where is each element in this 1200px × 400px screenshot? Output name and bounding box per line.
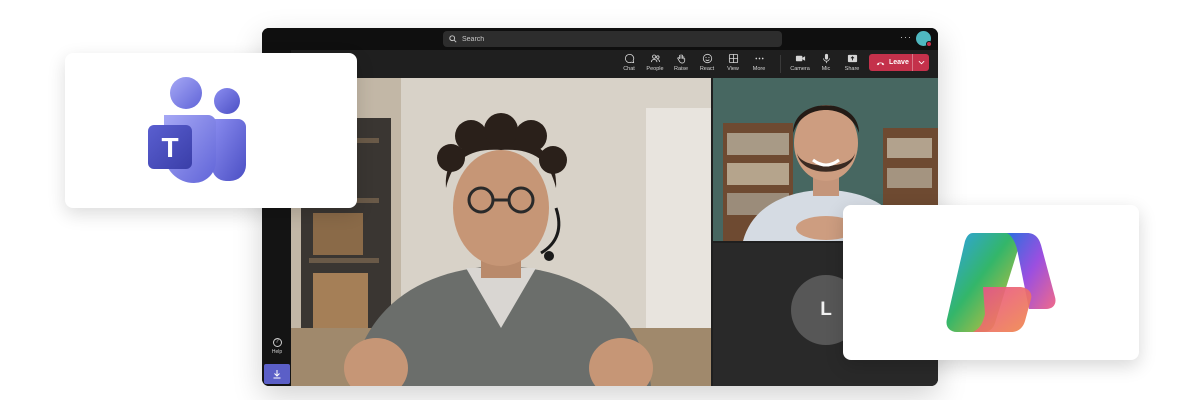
copilot-logo-card <box>843 205 1139 360</box>
leave-options-button[interactable] <box>913 54 929 71</box>
help-icon: ? <box>272 338 282 347</box>
user-avatar[interactable] <box>916 31 932 47</box>
more-options-icon[interactable]: ··· <box>900 32 912 42</box>
raise-hand-button[interactable]: Raise <box>669 53 693 72</box>
download-icon <box>273 370 281 379</box>
people-icon <box>650 54 660 63</box>
camera-button[interactable]: Camera <box>788 53 812 72</box>
camera-icon <box>795 55 805 62</box>
chat-label: Chat <box>623 66 635 72</box>
participant-initial: L <box>820 299 832 320</box>
toolbar-divider <box>780 55 781 73</box>
share-icon <box>847 54 857 63</box>
help-label: Help <box>271 349 283 355</box>
view-button[interactable]: View <box>721 53 745 72</box>
chat-button[interactable]: Chat <box>617 53 641 72</box>
teams-logo-letter: T <box>161 132 178 163</box>
raise-label: Raise <box>673 66 689 72</box>
mic-label: Mic <box>821 66 831 72</box>
mic-button[interactable]: Mic <box>814 53 838 72</box>
share-button[interactable]: Share <box>840 53 864 72</box>
mic-icon <box>822 53 830 64</box>
camera-label: Camera <box>790 66 810 72</box>
leave-main[interactable]: Leave <box>869 54 913 71</box>
leave-button[interactable]: Leave <box>869 54 929 71</box>
more-button[interactable]: More <box>747 53 771 72</box>
raise-hand-icon <box>676 54 685 64</box>
chat-icon <box>624 53 634 64</box>
share-label: Share <box>844 66 860 72</box>
download-button[interactable] <box>264 364 290 384</box>
status-dot <box>926 41 932 47</box>
view-label: View <box>727 66 739 72</box>
teams-meeting-window: ··· ? Help Chat People Raise <box>262 28 938 386</box>
leave-label: Leave <box>889 59 909 66</box>
people-label: People <box>646 66 664 72</box>
meeting-toolbar: Chat People Raise React View More Camera <box>291 50 938 78</box>
microsoft-teams-logo: T <box>148 77 246 183</box>
people-button[interactable]: People <box>643 53 667 72</box>
search-box[interactable] <box>443 31 782 47</box>
react-label: React <box>699 66 715 72</box>
teams-logo-card: T <box>65 53 357 208</box>
more-icon <box>754 57 764 60</box>
react-icon <box>702 53 712 64</box>
react-button[interactable]: React <box>695 53 719 72</box>
copilot-logo <box>946 233 1056 332</box>
title-bar: ··· <box>262 28 938 50</box>
view-icon <box>728 53 738 64</box>
more-label: More <box>752 66 766 72</box>
hang-up-icon <box>876 61 885 65</box>
help-button[interactable]: ? Help <box>266 338 288 360</box>
search-icon <box>449 35 457 43</box>
chevron-down-icon <box>918 60 924 65</box>
search-input[interactable] <box>462 35 762 43</box>
